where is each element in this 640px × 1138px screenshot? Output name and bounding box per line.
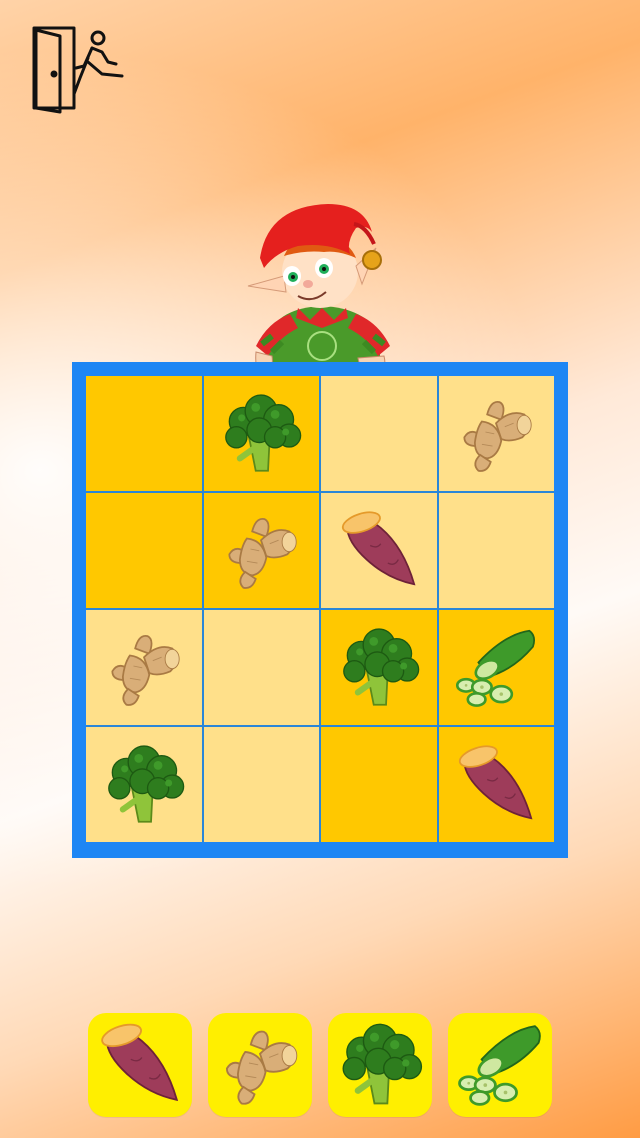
elf-mascot — [247, 204, 390, 388]
board-cell-r4-c3[interactable] — [321, 727, 437, 842]
ginger-icon — [452, 388, 540, 480]
board-cell-r2-c1[interactable] — [86, 493, 202, 608]
cucumber-icon — [454, 1017, 546, 1113]
board-cell-r2-c4[interactable] — [438, 493, 554, 608]
game-board — [72, 362, 568, 858]
sweet-potato-icon — [94, 1017, 186, 1113]
ginger-icon — [217, 505, 305, 597]
board-cell-r4-c1[interactable] — [86, 727, 202, 842]
exit-door-icon — [32, 26, 124, 114]
board-cell-r2-c3[interactable] — [321, 493, 437, 608]
board-cell-r4-c4[interactable] — [438, 727, 554, 842]
palette-broccoli-button[interactable] — [328, 1013, 432, 1117]
broccoli-icon — [334, 1017, 426, 1113]
palette-ginger-button[interactable] — [208, 1013, 312, 1117]
palette-cucumber-button[interactable] — [448, 1013, 552, 1117]
cucumber-icon — [452, 622, 540, 714]
board-cell-r1-c1[interactable] — [86, 376, 202, 491]
board-cell-r4-c2[interactable] — [203, 727, 319, 842]
exit-button[interactable] — [30, 22, 126, 116]
item-palette — [88, 1013, 552, 1117]
board-cell-r1-c4[interactable] — [438, 376, 554, 491]
ginger-icon — [214, 1017, 306, 1113]
broccoli-icon — [100, 739, 188, 831]
board-cell-r3-c1[interactable] — [86, 610, 202, 725]
broccoli-icon — [335, 622, 423, 714]
board-cell-r1-c2[interactable] — [203, 376, 319, 491]
board-cell-r1-c3[interactable] — [321, 376, 437, 491]
palette-sweet-potato-button[interactable] — [88, 1013, 192, 1117]
broccoli-icon — [217, 388, 305, 480]
board-cell-r3-c4[interactable] — [438, 610, 554, 725]
board-cell-r2-c2[interactable] — [203, 493, 319, 608]
board-grid — [86, 376, 554, 842]
ginger-icon — [100, 622, 188, 714]
board-cell-r3-c2[interactable] — [203, 610, 319, 725]
sweet-potato-icon — [335, 505, 423, 597]
board-cell-r3-c3[interactable] — [321, 610, 437, 725]
sweet-potato-icon — [452, 739, 540, 831]
